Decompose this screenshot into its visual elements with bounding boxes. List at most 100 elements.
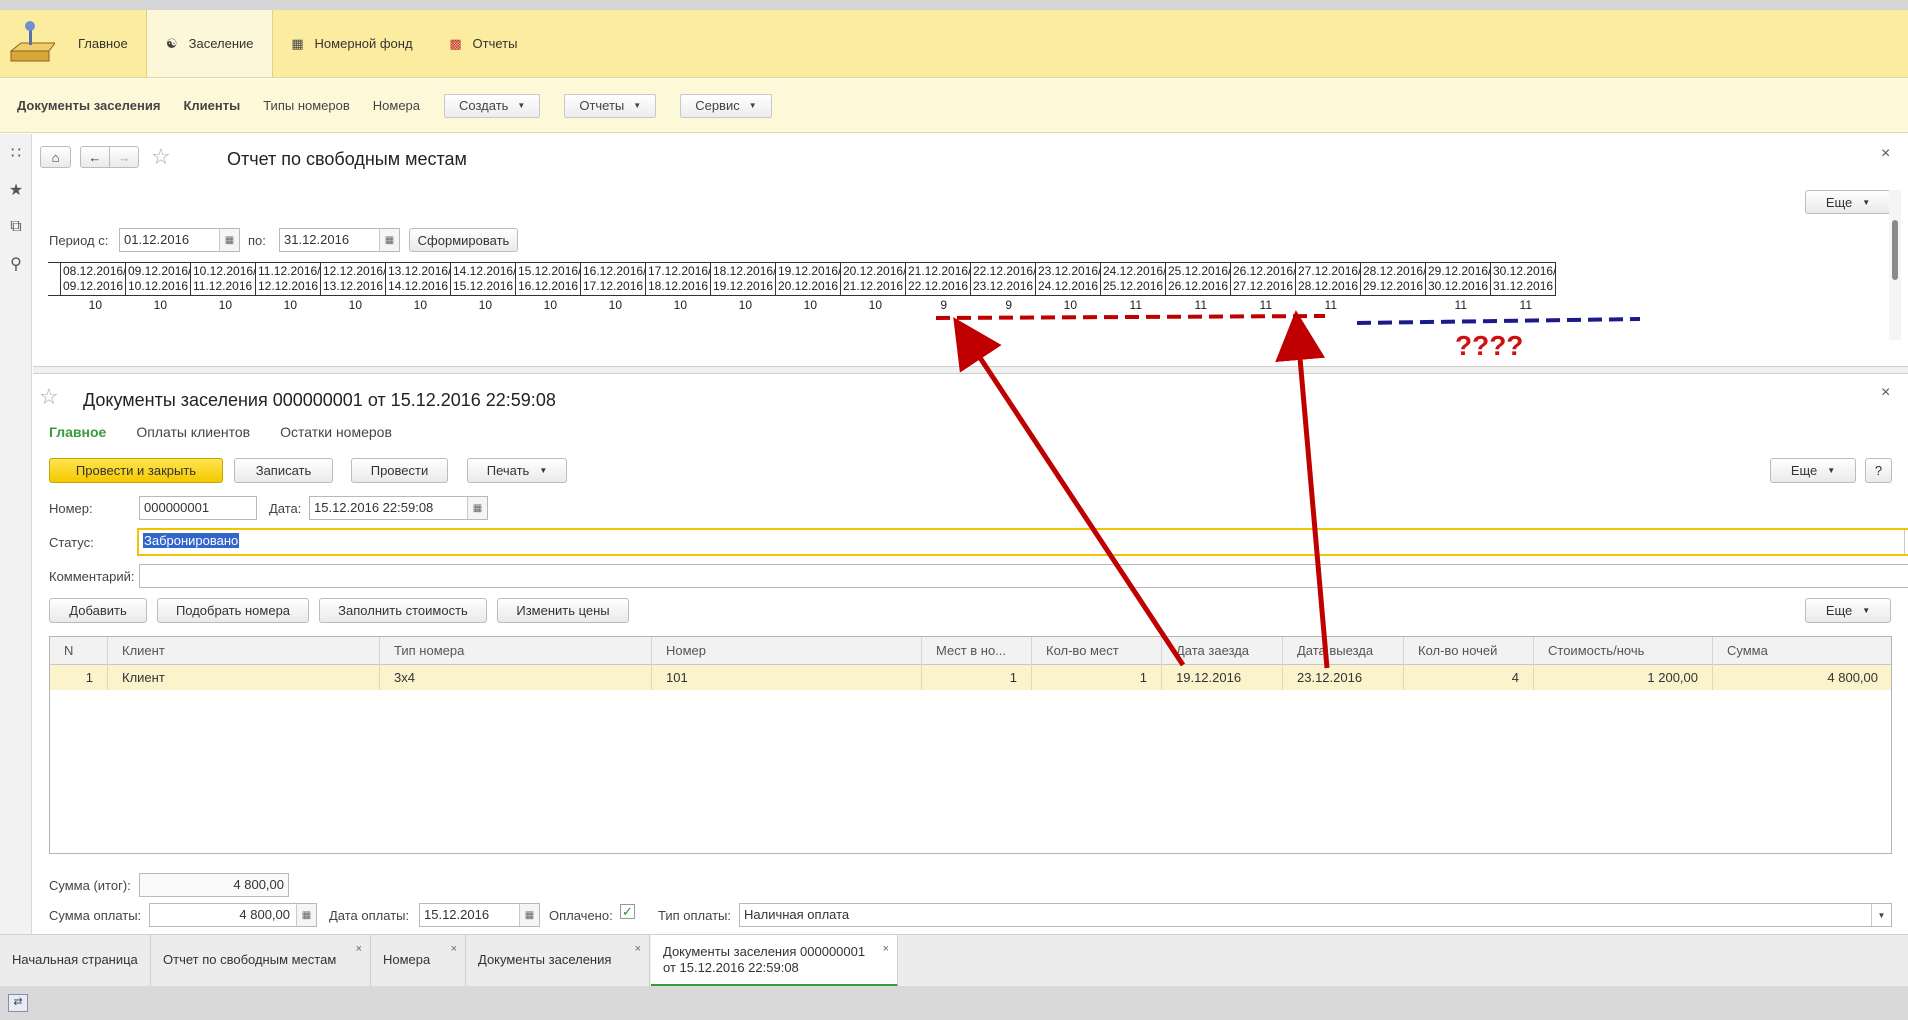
cell-room-places[interactable]: 1: [922, 665, 1032, 690]
splitter-handle[interactable]: [33, 366, 1908, 374]
close-icon[interactable]: ×: [635, 941, 641, 957]
status-field[interactable]: Забронировано ▼: [137, 528, 1908, 556]
report-more-button[interactable]: Еще ▼: [1805, 190, 1891, 214]
report-header-start: 22.12.2016/: [973, 264, 1037, 278]
tab-main[interactable]: Главное: [49, 424, 106, 440]
pick-rooms-button[interactable]: Подобрать номера: [157, 598, 309, 623]
table-more-button[interactable]: Еще ▼: [1805, 598, 1891, 623]
fill-cost-button[interactable]: Заполнить стоимость: [319, 598, 487, 623]
cell-n[interactable]: 1: [50, 665, 108, 690]
chevron-down-icon[interactable]: ▼: [1904, 530, 1908, 554]
menu-grid-icon[interactable]: ∷: [0, 134, 32, 171]
task-checkin-doc-1[interactable]: Документы заселения 000000001 от 15.12.20…: [651, 935, 898, 987]
document-close-icon[interactable]: ×: [1881, 384, 1890, 402]
help-button[interactable]: ?: [1865, 458, 1892, 483]
tab-client-payments[interactable]: Оплаты клиентов: [136, 424, 250, 440]
pay-date-field[interactable]: 15.12.2016 ▦: [419, 903, 540, 927]
report-header-start: 18.12.2016/: [713, 264, 777, 278]
add-button[interactable]: Добавить: [49, 598, 147, 623]
create-menu-button[interactable]: Создать ▼: [444, 93, 541, 118]
col-sum[interactable]: Сумма: [1713, 637, 1892, 665]
section-room-stock[interactable]: ▦ Номерной фонд: [273, 10, 431, 77]
number-field[interactable]: 000000001: [139, 496, 257, 520]
cell-room-type[interactable]: 3x4: [380, 665, 652, 690]
col-price-per-night[interactable]: Стоимость/ночь: [1534, 637, 1713, 665]
connection-icon[interactable]: ⇄: [8, 994, 28, 1012]
col-nights[interactable]: Кол-во ночей: [1404, 637, 1534, 665]
payment-field[interactable]: 4 800,00 ▦: [149, 903, 317, 927]
cell-nights[interactable]: 4: [1404, 665, 1534, 690]
tab-room-balances[interactable]: Остатки номеров: [280, 424, 392, 440]
col-places-count[interactable]: Кол-во мест: [1032, 637, 1162, 665]
report-title: Отчет по свободным местам: [227, 149, 467, 169]
post-button[interactable]: Провести: [351, 458, 448, 483]
report-header-start: 26.12.2016/: [1233, 264, 1297, 278]
table-row[interactable]: 1 Клиент 3x4 101 1 1 19.12.2016 23.12.20…: [50, 665, 1891, 690]
history-icon[interactable]: ⧉: [0, 208, 32, 245]
cell-price-per-night[interactable]: 1 200,00: [1534, 665, 1713, 690]
comment-field[interactable]: [139, 564, 1908, 588]
task-checkin-docs[interactable]: Документы заселения ×: [466, 935, 650, 987]
period-to-field[interactable]: 31.12.2016 ▦: [279, 228, 400, 252]
calendar-icon[interactable]: ▦: [379, 229, 399, 251]
cell-check-out-date[interactable]: 23.12.2016: [1283, 665, 1404, 690]
chevron-down-icon[interactable]: ▼: [1871, 904, 1891, 926]
forward-button[interactable]: →: [109, 146, 139, 168]
report-scrollbar[interactable]: [1889, 190, 1901, 340]
generate-button[interactable]: Сформировать: [409, 228, 518, 252]
favorite-star-icon[interactable]: ☆: [39, 384, 59, 410]
post-and-close-button[interactable]: Провести и закрыть: [49, 458, 223, 483]
calendar-icon[interactable]: ▦: [467, 497, 487, 519]
close-icon[interactable]: ×: [883, 941, 889, 957]
document-more-button[interactable]: Еще ▼: [1770, 458, 1856, 483]
date-field[interactable]: 15.12.2016 22:59:08 ▦: [309, 496, 488, 520]
report-column-header: 14.12.2016/15.12.2016: [451, 262, 516, 296]
section-check-in[interactable]: ☯ Заселение: [145, 10, 273, 77]
content-area: ⌂ ← → ☆ Отчет по свободным местам × Еще ▼…: [33, 134, 1908, 934]
col-room[interactable]: Номер: [652, 637, 922, 665]
col-room-type[interactable]: Тип номера: [380, 637, 652, 665]
task-rooms[interactable]: Номера ×: [371, 935, 466, 987]
reports-label: Отчеты: [579, 98, 625, 113]
section-reports[interactable]: ▩ Отчеты: [431, 10, 536, 77]
col-check-in-date[interactable]: Дата заезда: [1162, 637, 1283, 665]
report-free-places-value: 10: [153, 298, 167, 312]
paid-checkbox[interactable]: ✓: [620, 904, 635, 919]
calculator-icon[interactable]: ▦: [296, 904, 316, 926]
cell-places-count[interactable]: 1: [1032, 665, 1162, 690]
favorites-star-icon[interactable]: ★: [0, 171, 32, 208]
link-room-types[interactable]: Типы номеров: [263, 98, 350, 113]
save-button[interactable]: Записать: [234, 458, 333, 483]
close-icon[interactable]: ×: [451, 941, 457, 957]
col-check-out-date[interactable]: Дата выезда: [1283, 637, 1404, 665]
task-home-page[interactable]: Начальная страница: [0, 935, 151, 987]
close-icon[interactable]: ×: [356, 941, 362, 957]
cell-check-in-date[interactable]: 19.12.2016: [1162, 665, 1283, 690]
period-from-field[interactable]: 01.12.2016 ▦: [119, 228, 240, 252]
scroll-thumb[interactable]: [1892, 220, 1898, 280]
reports-menu-button[interactable]: Отчеты ▼: [564, 93, 657, 118]
col-client[interactable]: Клиент: [108, 637, 380, 665]
service-menu-button[interactable]: Сервис ▼: [680, 93, 772, 118]
cell-sum[interactable]: 4 800,00: [1713, 665, 1892, 690]
pay-type-field[interactable]: Наличная оплата ▼: [739, 903, 1892, 927]
link-clients[interactable]: Клиенты: [183, 98, 240, 113]
search-icon[interactable]: ⚲: [0, 245, 32, 282]
back-button[interactable]: ←: [80, 146, 110, 168]
change-prices-button[interactable]: Изменить цены: [497, 598, 629, 623]
section-main[interactable]: Главное: [60, 10, 146, 77]
col-n[interactable]: N: [50, 637, 108, 665]
link-checkin-docs[interactable]: Документы заселения: [17, 98, 160, 113]
col-room-places[interactable]: Мест в но...: [922, 637, 1032, 665]
calendar-icon[interactable]: ▦: [219, 229, 239, 251]
cell-room[interactable]: 101: [652, 665, 922, 690]
favorite-star-icon[interactable]: ☆: [151, 144, 171, 170]
calendar-icon[interactable]: ▦: [519, 904, 539, 926]
cell-client[interactable]: Клиент: [108, 665, 380, 690]
task-free-places-report[interactable]: Отчет по свободным местам ×: [151, 935, 371, 987]
home-button[interactable]: ⌂: [40, 146, 71, 168]
link-rooms[interactable]: Номера: [373, 98, 420, 113]
print-menu-button[interactable]: Печать ▼: [467, 458, 567, 483]
section-check-in-label: Заселение: [188, 36, 254, 51]
report-close-icon[interactable]: ×: [1881, 145, 1890, 163]
